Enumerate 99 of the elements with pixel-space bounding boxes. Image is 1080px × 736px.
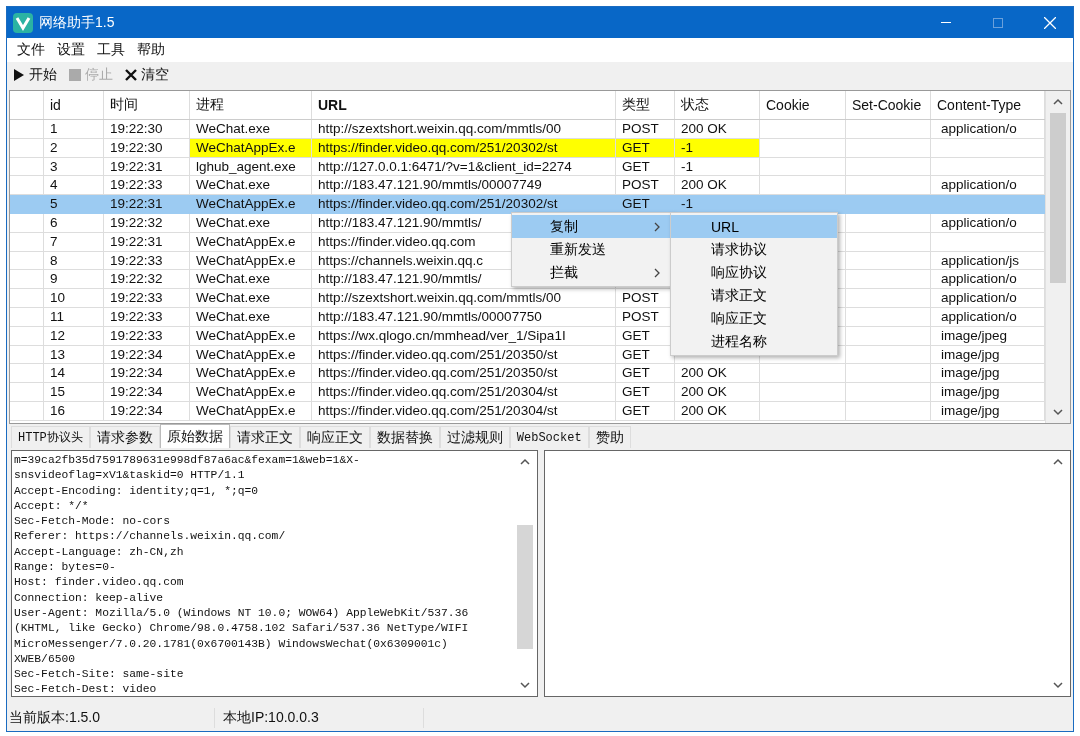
tab[interactable]: 过滤规则 <box>439 426 510 448</box>
table-cell: 19:22:33 <box>104 326 190 346</box>
status-text: 本地IP:10.0.0.3 <box>215 708 424 728</box>
row-header[interactable] <box>10 232 44 252</box>
tab[interactable]: 请求参数 <box>89 426 160 448</box>
table-row[interactable]: 4 19:22:33 WeChat.exe http://183.47.121.90/mmtls/00007749 POST 200 OK application/o <box>10 176 1045 196</box>
table-cell: 11 <box>44 307 104 327</box>
table-cell: 19:22:34 <box>104 383 190 402</box>
minimize-icon <box>941 21 951 24</box>
table-cell: 19:22:32 <box>104 214 190 233</box>
table-cell: WeChat.exe <box>190 307 312 327</box>
tab[interactable]: 数据替换 <box>369 426 440 448</box>
table-row[interactable]: 1 19:22:30 WeChat.exe http://szextshort.weixin.qq.com/mmtls/00 POST 200 OK application/o <box>10 120 1045 139</box>
table-cell: 2 <box>44 138 104 158</box>
menu-item[interactable]: 响应协议 <box>671 261 837 284</box>
row-header[interactable] <box>10 326 44 346</box>
scroll-down-icon[interactable] <box>519 680 531 690</box>
table-cell: 19:22:31 <box>104 232 190 252</box>
table-cell: 19:22:33 <box>104 289 190 308</box>
table-row[interactable]: 5 19:22:31 WeChatAppEx.e https://finder.video.qq.com/251/20302/st GET -1 <box>10 195 1045 214</box>
tab[interactable]: 响应正文 <box>299 426 370 448</box>
table-cell: WeChatAppEx.e <box>190 232 312 252</box>
row-header[interactable] <box>10 138 44 158</box>
tab[interactable]: 赞助 <box>588 426 631 448</box>
scroll-up-icon[interactable] <box>1052 457 1064 467</box>
table-cell: 19:22:33 <box>104 307 190 327</box>
column-header[interactable]: Set-Cookie <box>846 91 931 119</box>
table-cell: 5 <box>44 195 104 214</box>
row-header[interactable] <box>10 307 44 327</box>
menu-item[interactable]: URL <box>671 215 837 238</box>
raw-data-text: m=39ca2fb35d7591789631e998df87a6ac&fexam=1&web=1&X- snsvideoflag=xV1&taskid=0 HTTP/1.1 Accept-Encoding: identity;q=1, *;q=0 Accept: */* Sec-Fetch-Mode: no-cors Referer: https://channels.weixin.qq.com/ Accept-Language: zh-CN,zh Range: bytes=0- Host: finder.video.qq.com Connection: keep-alive User-Agent: Mozilla/5.0 (Windows NT 10.0; WOW64) AppleWebKit/537.36 (KHTML, like Gecko) Chrome/98.0.4758.102 Safari/537.36 NetType/WIFI MicroMessenger/7.0.20.1781(0x6700143B) WindowsWechat(0x6309001c) XWEB/6500 Sec-Fetch-Site: same-site Sec-Fetch-Dest: video <box>13 453 470 696</box>
table-cell: 200 OK <box>675 120 760 139</box>
table-cell: http://szextshort.weixin.qq.com/mmtls/00 <box>312 289 616 308</box>
stop-icon <box>69 69 81 81</box>
close-icon <box>125 69 137 81</box>
column-header[interactable]: 状态 <box>675 91 760 119</box>
table-cell: 19:22:31 <box>104 195 190 214</box>
table-cell: 200 OK <box>675 383 760 402</box>
table-cell: WeChatAppEx.e <box>190 401 312 421</box>
scroll-down-icon[interactable] <box>1052 407 1064 417</box>
column-header[interactable]: id <box>44 91 104 119</box>
tab[interactable]: 请求正文 <box>229 426 300 448</box>
table-cell: WeChat.exe <box>190 120 312 139</box>
tab[interactable]: HTTP协议头 <box>11 426 90 448</box>
table-cell: 15 <box>44 383 104 402</box>
scroll-up-icon[interactable] <box>519 457 531 467</box>
table-cell: 16 <box>44 401 104 421</box>
window-title: 网络助手1.5 <box>39 13 116 32</box>
app-logo-icon <box>13 12 33 33</box>
table-cell: 12 <box>44 326 104 346</box>
toolbar-button[interactable]: 清空 <box>125 66 169 84</box>
play-icon <box>13 69 25 81</box>
column-header[interactable]: 类型 <box>616 91 675 119</box>
table-cell: 7 <box>44 232 104 252</box>
row-header[interactable] <box>10 214 44 233</box>
table-cell: WeChat.exe <box>190 214 312 233</box>
row-header[interactable] <box>10 289 44 308</box>
column-header[interactable]: URL <box>312 91 616 119</box>
tab[interactable]: 原始数据 <box>159 424 230 448</box>
table-cell: WeChatAppEx.e <box>190 195 312 214</box>
status-text: 当前版本:1.5.0 <box>7 708 215 728</box>
row-header[interactable] <box>10 401 44 421</box>
table-cell: GET <box>616 383 675 402</box>
menu-item[interactable]: 工具 <box>91 41 131 59</box>
scroll-up-icon[interactable] <box>1052 97 1064 107</box>
table-cell: https://wx.qlogo.cn/mmhead/ver_1/Sipa1I <box>312 326 616 346</box>
maximize-icon <box>993 17 1003 28</box>
tab[interactable]: WebSocket <box>509 426 589 448</box>
row-header[interactable] <box>10 120 44 139</box>
table-cell: 200 OK <box>675 401 760 421</box>
table-cell: http://szextshort.weixin.qq.com/mmtls/00 <box>312 120 616 139</box>
menu-item[interactable]: 帮助 <box>131 41 171 59</box>
table-cell: https://finder.video.qq.com/251/20304/st <box>312 401 616 421</box>
scroll-down-icon[interactable] <box>1052 680 1064 690</box>
table-cell: http://183.47.121.90/mmtls/00007750 <box>312 307 616 327</box>
table-cell: GET <box>616 401 675 421</box>
table-cell: 19:22:34 <box>104 401 190 421</box>
column-header[interactable]: Cookie <box>760 91 846 119</box>
row-header[interactable] <box>10 383 44 402</box>
table-cell: WeChatAppEx.e <box>190 383 312 402</box>
table-cell: WeChat.exe <box>190 289 312 308</box>
menu-item[interactable]: 请求协议 <box>671 238 837 261</box>
menu-item[interactable]: 设置 <box>51 41 91 59</box>
table-cell: POST <box>616 120 675 139</box>
close-icon <box>1044 16 1056 29</box>
menu-item[interactable]: 复制 <box>512 215 672 238</box>
table-cell: WeChatAppEx.e <box>190 326 312 346</box>
scrollbar[interactable] <box>1045 91 1070 423</box>
table-row[interactable]: 15 19:22:34 WeChatAppEx.e https://finder.video.qq.com/251/20304/st GET 200 OK image/jpg <box>10 383 1045 402</box>
table-cell: 6 <box>44 214 104 233</box>
table-cell: https://finder.video.qq.com/251/20304/st <box>312 383 616 402</box>
table-cell: 1 <box>44 120 104 139</box>
table-cell: 19:22:30 <box>104 120 190 139</box>
toolbar-button[interactable]: 开始 <box>13 66 57 84</box>
column-header[interactable]: 进程 <box>190 91 312 119</box>
table-row[interactable]: 14 19:22:34 WeChatAppEx.e https://finder.video.qq.com/251/20350/st GET 200 OK image/jpg <box>10 364 1045 384</box>
column-header[interactable]: 时间 <box>104 91 190 119</box>
menu-item[interactable]: 文件 <box>11 41 51 59</box>
table-cell: 10 <box>44 289 104 308</box>
